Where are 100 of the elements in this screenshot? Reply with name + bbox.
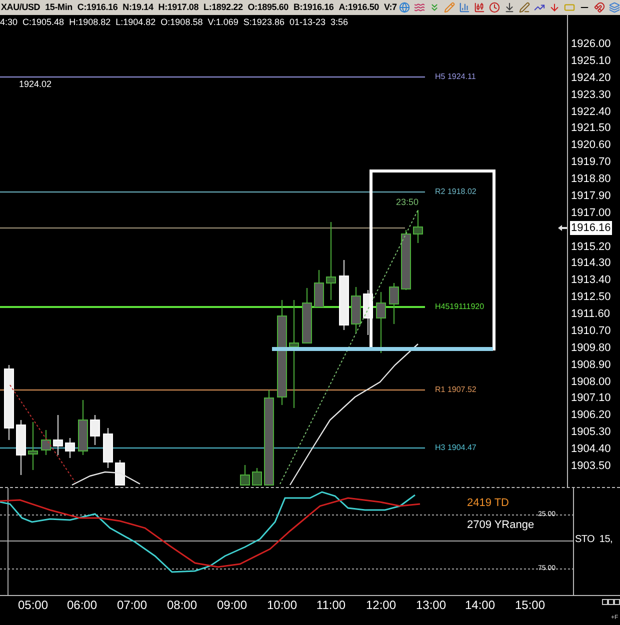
magnet-icon-button[interactable]: [592, 0, 607, 15]
price-axis-label: 1921.50: [570, 121, 612, 136]
price-level-label: H4519111920: [435, 303, 484, 311]
pen-icon: [518, 2, 530, 13]
globe-icon-button[interactable]: [396, 0, 412, 15]
candlestick: [90, 414, 100, 446]
study-label: STO 15,: [575, 535, 612, 545]
rectangle-icon: [564, 2, 575, 13]
candlestick: [65, 438, 75, 458]
price-level-label: H5 1924.11: [435, 73, 476, 81]
bar-info-field: 01-13-23: [289, 18, 326, 27]
candlestick: [41, 430, 51, 456]
candlestick: [53, 414, 63, 456]
time-axis-label: 07:00: [116, 598, 148, 612]
candlestick: [16, 420, 26, 476]
current-price-label: 1916.16: [570, 221, 612, 235]
candlestick: [389, 282, 399, 324]
price-axis-label: 1909.80: [570, 340, 612, 356]
candlestick: [401, 230, 411, 290]
layers-icon-button[interactable]: [606, 0, 620, 15]
candlestick: [28, 422, 38, 470]
candlestick: [103, 428, 113, 468]
price-axis-label: 1914.30: [570, 256, 612, 272]
price-axis-label: 1922.40: [570, 104, 612, 120]
price-axis-label: 1917.90: [570, 188, 612, 204]
bar-info-field: L:1904.82: [116, 18, 156, 27]
price-axis-label: 1903.50: [570, 458, 612, 474]
waves-icon: [414, 2, 425, 13]
arrow-down-icon: [504, 2, 515, 13]
price-note: 1924.02: [19, 80, 52, 89]
pencil-icon-button[interactable]: [442, 0, 457, 15]
clock-icon-button[interactable]: [486, 0, 502, 15]
candlestick: [240, 464, 250, 486]
time-axis-label: 10:00: [266, 598, 298, 612]
price-axis-label: 1908.00: [570, 374, 612, 390]
time-axis-label: 05:00: [18, 598, 48, 612]
quote-field: B:1916.16: [293, 3, 334, 12]
time-axis-label: 14:00: [464, 598, 496, 612]
candlestick: [351, 286, 361, 334]
time-axis-label: 08:00: [166, 598, 198, 612]
candlestick: [363, 290, 373, 336]
price-axis-label: 1910.70: [570, 324, 612, 339]
time-axis-label: 12:00: [366, 598, 396, 612]
candlestick: [413, 210, 423, 244]
time-axis-label: 15:00: [514, 598, 546, 612]
quote-field: H:1917.08: [158, 3, 199, 12]
panel-squares-icon: [602, 599, 620, 605]
bar-info-field: O:1908.58: [160, 18, 203, 27]
price-level-label: R1 1907.52: [435, 386, 476, 394]
pen-icon-button[interactable]: [516, 0, 532, 15]
arrow-down-icon: [548, 2, 560, 13]
price-axis-label: 1911.60: [570, 307, 611, 322]
timer-label: 23:50: [396, 198, 419, 207]
price-axis-label: 1915.20: [570, 240, 612, 254]
price-level-label: H3 1904.47: [435, 444, 476, 452]
symbol-label: XAU/USD: [1, 3, 40, 12]
time-axis-label: 13:00: [416, 598, 446, 612]
globe-icon: [398, 2, 410, 13]
time-axis-label: 06:00: [66, 598, 98, 612]
quote-field: V:7: [384, 3, 397, 12]
bar-info-field: V:1.069: [208, 18, 238, 27]
price-axis-label: 1919.70: [570, 155, 612, 170]
candlestick: [115, 460, 125, 486]
price-axis-label: 1907.10: [570, 391, 612, 406]
moving-average-line: [72, 471, 140, 486]
price-axis-label: 1905.30: [570, 425, 612, 440]
bar-info-field: 3:56: [330, 18, 348, 27]
candlestick: [376, 292, 386, 354]
price-axis-label: 1925.10: [570, 54, 612, 69]
bar-info-field: S:1923.86: [243, 18, 284, 27]
quote-field: N:19.14: [122, 3, 154, 12]
arrow-left-icon: [558, 225, 567, 231]
candlestick: [78, 400, 88, 456]
candlestick: [339, 260, 349, 330]
quote-field: C:1916.16: [77, 3, 118, 12]
magnet-icon: [594, 2, 605, 13]
chevrons-down-icon: [428, 2, 440, 13]
price-axis-label: 1923.30: [570, 88, 612, 103]
price-level-label: R2 1918.02: [435, 188, 476, 196]
trend-line-icon: [534, 2, 545, 13]
bar-info-field: C:1905.48: [22, 18, 64, 27]
price-axis-label: 1906.20: [570, 408, 612, 424]
price-axis-label: 1920.60: [570, 138, 612, 154]
time-axis-label: 11:00: [316, 598, 346, 612]
indicator-label: 2419 TD: [467, 498, 509, 509]
quote-field: A:1916.50: [338, 3, 379, 12]
price-axis-label: 1904.40: [570, 442, 612, 457]
time-axis-label: 09:00: [216, 598, 248, 612]
candlestick: [252, 468, 262, 486]
bar-chart-icon: [458, 2, 470, 13]
indicator-label: 2709 YRange: [467, 520, 534, 531]
candlestick: [314, 270, 324, 308]
price-axis-label: 1918.80: [570, 172, 612, 187]
candlestick-icon: [474, 2, 485, 13]
clock-icon: [488, 2, 500, 13]
pencil-icon: [444, 2, 455, 13]
price-axis-label: 1924.20: [570, 70, 612, 86]
price-axis-label: 1913.40: [570, 273, 612, 288]
quote-field: O:1895.60: [248, 3, 288, 12]
price-axis-label: 1926.00: [570, 37, 612, 52]
